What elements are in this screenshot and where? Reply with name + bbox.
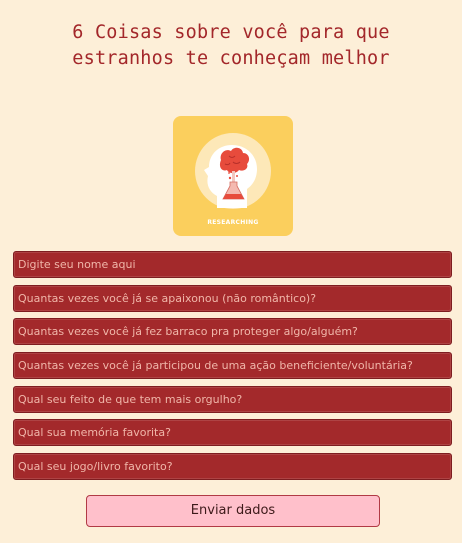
name-input[interactable]: Digite seu nome aqui: [13, 251, 452, 278]
favorite-game-book-input[interactable]: Qual seu jogo/livro favorito?: [13, 453, 452, 480]
quiz-thumbnail: RESEARCHING: [173, 116, 293, 236]
thumbnail-caption: RESEARCHING: [207, 219, 259, 226]
volunteer-count-input[interactable]: Quantas vezes você já participou de uma …: [13, 352, 452, 379]
fall-in-love-count-input[interactable]: Quantas vezes você já se apaixonou (não …: [13, 285, 452, 312]
head-brain-flask-icon: [195, 133, 271, 209]
favorite-memory-input[interactable]: Qual sua memória favorita?: [13, 419, 452, 446]
title-line-2: estranhos te conheçam melhor: [72, 48, 390, 69]
submit-button[interactable]: Enviar dados: [86, 495, 380, 527]
title-line-1: 6 Coisas sobre você para que: [72, 22, 390, 43]
proudest-achievement-input[interactable]: Qual seu feito de que tem mais orgulho?: [13, 386, 452, 413]
page-title: 6 Coisas sobre você para que estranhos t…: [0, 20, 462, 72]
protect-someone-count-input[interactable]: Quantas vezes você já fez barraco pra pr…: [13, 318, 452, 345]
